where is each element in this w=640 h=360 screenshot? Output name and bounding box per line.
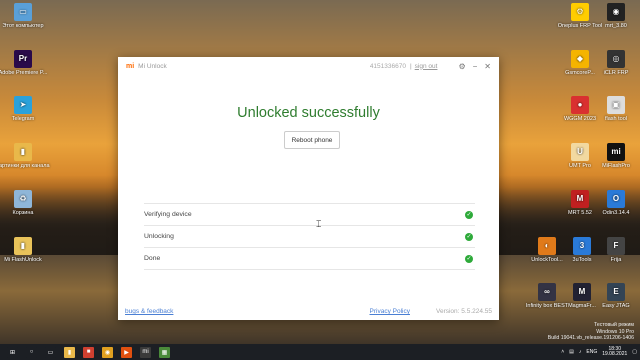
desktop-icon[interactable]: ▮ Mi FlashUnlock bbox=[0, 237, 50, 264]
step-label: Verifying device bbox=[144, 211, 192, 218]
mi-logo-icon: mi bbox=[126, 62, 135, 70]
search-icon[interactable]: ○ bbox=[26, 346, 37, 358]
desktop-icon[interactable]: ▮ картинки для канала bbox=[0, 143, 50, 170]
desktop-icon[interactable]: O Odin3.14.4 bbox=[589, 190, 640, 217]
language-indicator[interactable]: ENG bbox=[586, 349, 597, 355]
desktop-icon-label: iCLR FRP bbox=[603, 70, 629, 76]
easyjtag-icon: E bbox=[607, 283, 625, 301]
status-title: Unlocked successfully bbox=[237, 105, 380, 121]
window-footer: bugs & feedback Privacy Policy Version: … bbox=[125, 308, 492, 315]
volume-icon[interactable]: ♪ bbox=[579, 349, 582, 355]
sign-out-link[interactable]: sign out bbox=[415, 63, 438, 70]
computer-icon: ▭ bbox=[14, 3, 32, 21]
miflashpro-icon: mi bbox=[607, 143, 625, 161]
umt-icon: U bbox=[571, 143, 589, 161]
desktop-icon-label: Easy JTAG bbox=[602, 303, 630, 309]
title-bar: mi Mi Unlock 4151336670 | sign out ⚙ − ✕ bbox=[118, 57, 499, 75]
test-mode-watermark: Тестовый режим Windows 10 Pro Build 1904… bbox=[548, 322, 634, 341]
desktop-icon[interactable]: ◎ iCLR FRP bbox=[589, 50, 640, 77]
desktop-icon-label: Odin3.14.4 bbox=[602, 210, 630, 216]
desktop-icon[interactable]: ◉ mrt_3.80 bbox=[589, 3, 640, 30]
account-id: 4151336670 bbox=[369, 62, 406, 70]
watermark-line: Build 19041.vb_release.191206-1406 bbox=[547, 334, 634, 341]
progress-steps: Verifying device ✓ Unlocking ✓ Done ✓ bbox=[144, 203, 475, 270]
taskbar: ⊞ ○ ▭ ▮ ■ ◉ ▶ mi ▦ ˄ ▤ ♪ ENG 18:30 19.08.2021 ▢ bbox=[0, 344, 640, 360]
desktop-icon[interactable]: ➤ Telegram bbox=[0, 96, 50, 123]
premiere-icon: Pr bbox=[14, 50, 32, 68]
desktop-icon-label: MiFlashPro bbox=[602, 163, 630, 169]
mi-unlock-window: mi Mi Unlock 4151336670 | sign out ⚙ − ✕… bbox=[118, 57, 499, 320]
notifications-icon[interactable]: ▢ bbox=[632, 349, 637, 355]
desktop-icon-label: mrt_3.80 bbox=[605, 23, 627, 29]
desktop-icon-label: Telegram bbox=[11, 116, 35, 122]
network-icon[interactable]: ▤ bbox=[569, 349, 574, 355]
check-icon: ✓ bbox=[465, 210, 473, 219]
infinity-icon: ∞ bbox=[538, 283, 556, 301]
desktop-icon-label: Frija bbox=[610, 257, 622, 263]
reboot-phone-button[interactable]: Reboot phone bbox=[284, 131, 340, 149]
task-view-icon[interactable]: ▭ bbox=[45, 346, 56, 358]
step-label: Unlocking bbox=[144, 233, 174, 240]
check-icon: ✓ bbox=[465, 232, 473, 241]
desktop-icon[interactable]: ▭ Этот компьютер bbox=[0, 3, 50, 30]
desktop-icon-label: Adobe Premiere P... bbox=[0, 70, 48, 76]
explorer-icon[interactable]: ▮ bbox=[64, 346, 75, 358]
recycle-bin-icon: ♻ bbox=[14, 190, 32, 208]
folder-icon: ▮ bbox=[14, 143, 32, 161]
odin-icon: O bbox=[607, 190, 625, 208]
unlocktool-icon: ◐ bbox=[538, 237, 556, 255]
media-icon[interactable]: ▶ bbox=[121, 346, 132, 358]
telegram-icon: ➤ bbox=[14, 96, 32, 114]
iclr-icon: ◎ bbox=[607, 50, 625, 68]
frp-tool-icon: ⚙ bbox=[571, 3, 589, 21]
desktop-icon[interactable]: F Frija bbox=[589, 237, 640, 264]
close-icon[interactable]: ✕ bbox=[484, 62, 491, 71]
check-icon: ✓ bbox=[465, 254, 473, 263]
version-label: Version: 5.5.224.55 bbox=[435, 308, 492, 315]
start-icon[interactable]: ⊞ bbox=[7, 346, 18, 358]
desktop-icon-label: картинки для канала bbox=[0, 163, 50, 169]
step-row: Unlocking ✓ bbox=[144, 225, 475, 247]
app-green-icon[interactable]: ▦ bbox=[159, 346, 170, 358]
step-row: Done ✓ bbox=[144, 247, 475, 270]
chevron-up-icon[interactable]: ˄ bbox=[561, 349, 564, 355]
app-red-icon[interactable]: ■ bbox=[83, 346, 94, 358]
gsmcore-icon: ◆ bbox=[571, 50, 589, 68]
bugs-feedback-link[interactable]: bugs & feedback bbox=[125, 308, 173, 315]
desktop-icon-label: flash tool bbox=[604, 116, 627, 122]
system-tray: ˄ ▤ ♪ ENG 18:30 19.08.2021 ▢ bbox=[556, 346, 637, 358]
separator: | bbox=[409, 62, 412, 70]
desktop-icon-label: Mi FlashUnlock bbox=[4, 257, 42, 263]
clock[interactable]: 18:30 19.08.2021 bbox=[602, 346, 628, 358]
clock-date: 19.08.2021 bbox=[602, 351, 628, 357]
desktop-icon[interactable]: ▣ flash tool bbox=[589, 96, 640, 123]
step-row: Verifying device ✓ bbox=[144, 203, 475, 225]
desktop-icon[interactable]: E Easy JTAG bbox=[589, 283, 640, 310]
desktop-icon-label: Корзина bbox=[12, 210, 34, 216]
desktop-icon-label: Этот компьютер bbox=[2, 23, 44, 29]
taskbar-apps: ⊞ ○ ▭ ▮ ■ ◉ ▶ mi ▦ bbox=[3, 346, 174, 358]
mouse-cursor-icon: ⌶ bbox=[316, 219, 322, 229]
flash-tool-icon: ▣ bbox=[607, 96, 625, 114]
gear-icon[interactable]: ⚙ bbox=[458, 62, 465, 71]
mrt-icon: M bbox=[571, 190, 589, 208]
desktop-icon[interactable]: mi MiFlashPro bbox=[589, 143, 640, 170]
wggm-icon: ● bbox=[571, 96, 589, 114]
desktop-icon[interactable]: Pr Adobe Premiere P... bbox=[0, 50, 50, 77]
desktop-icon[interactable]: ♻ Корзина bbox=[0, 190, 50, 217]
mi-unlock-icon[interactable]: mi bbox=[140, 346, 151, 358]
folder-icon: ▮ bbox=[14, 237, 32, 255]
privacy-policy-link[interactable]: Privacy Policy bbox=[370, 308, 410, 315]
frija-icon: F bbox=[607, 237, 625, 255]
minimize-icon[interactable]: − bbox=[473, 62, 478, 71]
app-name: Mi Unlock bbox=[138, 62, 167, 70]
mrt-icon: ◉ bbox=[607, 3, 625, 21]
chrome-icon[interactable]: ◉ bbox=[102, 346, 113, 358]
step-label: Done bbox=[144, 255, 161, 262]
